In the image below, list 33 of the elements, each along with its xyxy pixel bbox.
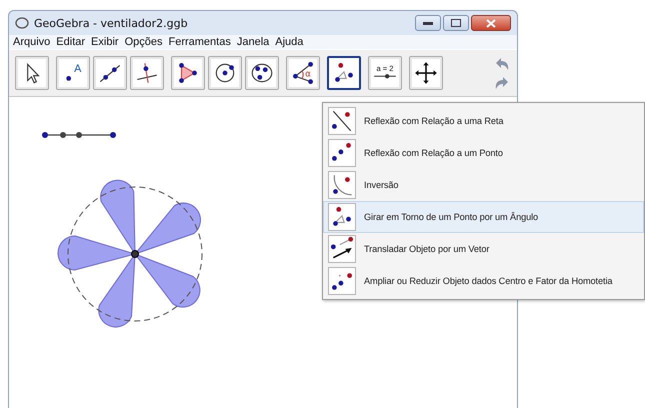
four-arrows-icon <box>413 60 439 86</box>
tool-button[interactable] <box>409 56 443 90</box>
tool-menu-item[interactable]: Reflexão com Relação a um Ponto <box>323 137 644 169</box>
tool-button[interactable] <box>208 56 242 90</box>
window-title: GeoGebra - ventilador2.ggb <box>34 16 188 30</box>
minimize-icon <box>423 21 433 25</box>
menu-item[interactable]: Ferramentas <box>168 36 231 48</box>
menu-item[interactable]: Exibir <box>91 36 119 48</box>
tool-menu-item[interactable]: Girar em Torno de um Ponto por um Ângulo <box>323 201 644 233</box>
maximize-button[interactable] <box>443 15 469 31</box>
redo-button[interactable] <box>493 74 511 90</box>
menu-item[interactable]: Janela <box>236 36 270 48</box>
menu-item[interactable]: Opções <box>124 36 162 48</box>
close-button[interactable] <box>471 15 511 31</box>
tool-menu-item[interactable]: Inversão <box>323 169 644 201</box>
menu-item[interactable]: Editar <box>56 36 86 48</box>
tool-menu-item[interactable]: Transladar Objeto por um Vetor <box>323 233 644 265</box>
app-logo-icon <box>15 16 29 30</box>
maximize-icon <box>451 19 461 27</box>
close-icon <box>486 18 496 28</box>
tool-menu-item[interactable]: Ampliar ou Reduzir Objeto dados Centro e Fator da Homotetia <box>323 265 644 297</box>
tool-button[interactable] <box>130 56 164 90</box>
minimize-button[interactable] <box>415 15 441 31</box>
perpendicular-line-icon <box>134 60 160 86</box>
tool-button[interactable] <box>245 56 279 90</box>
redo-icon <box>493 74 511 90</box>
tool-menu-item[interactable]: Reflexão com Relação a uma Reta <box>323 105 644 137</box>
tool-button[interactable] <box>171 56 205 90</box>
tool-button[interactable] <box>15 56 49 90</box>
tool-button[interactable] <box>327 56 361 90</box>
menu-item[interactable]: Arquivo <box>13 36 50 48</box>
menu-item[interactable]: Ajuda <box>275 36 304 48</box>
tool-button[interactable] <box>93 56 127 90</box>
